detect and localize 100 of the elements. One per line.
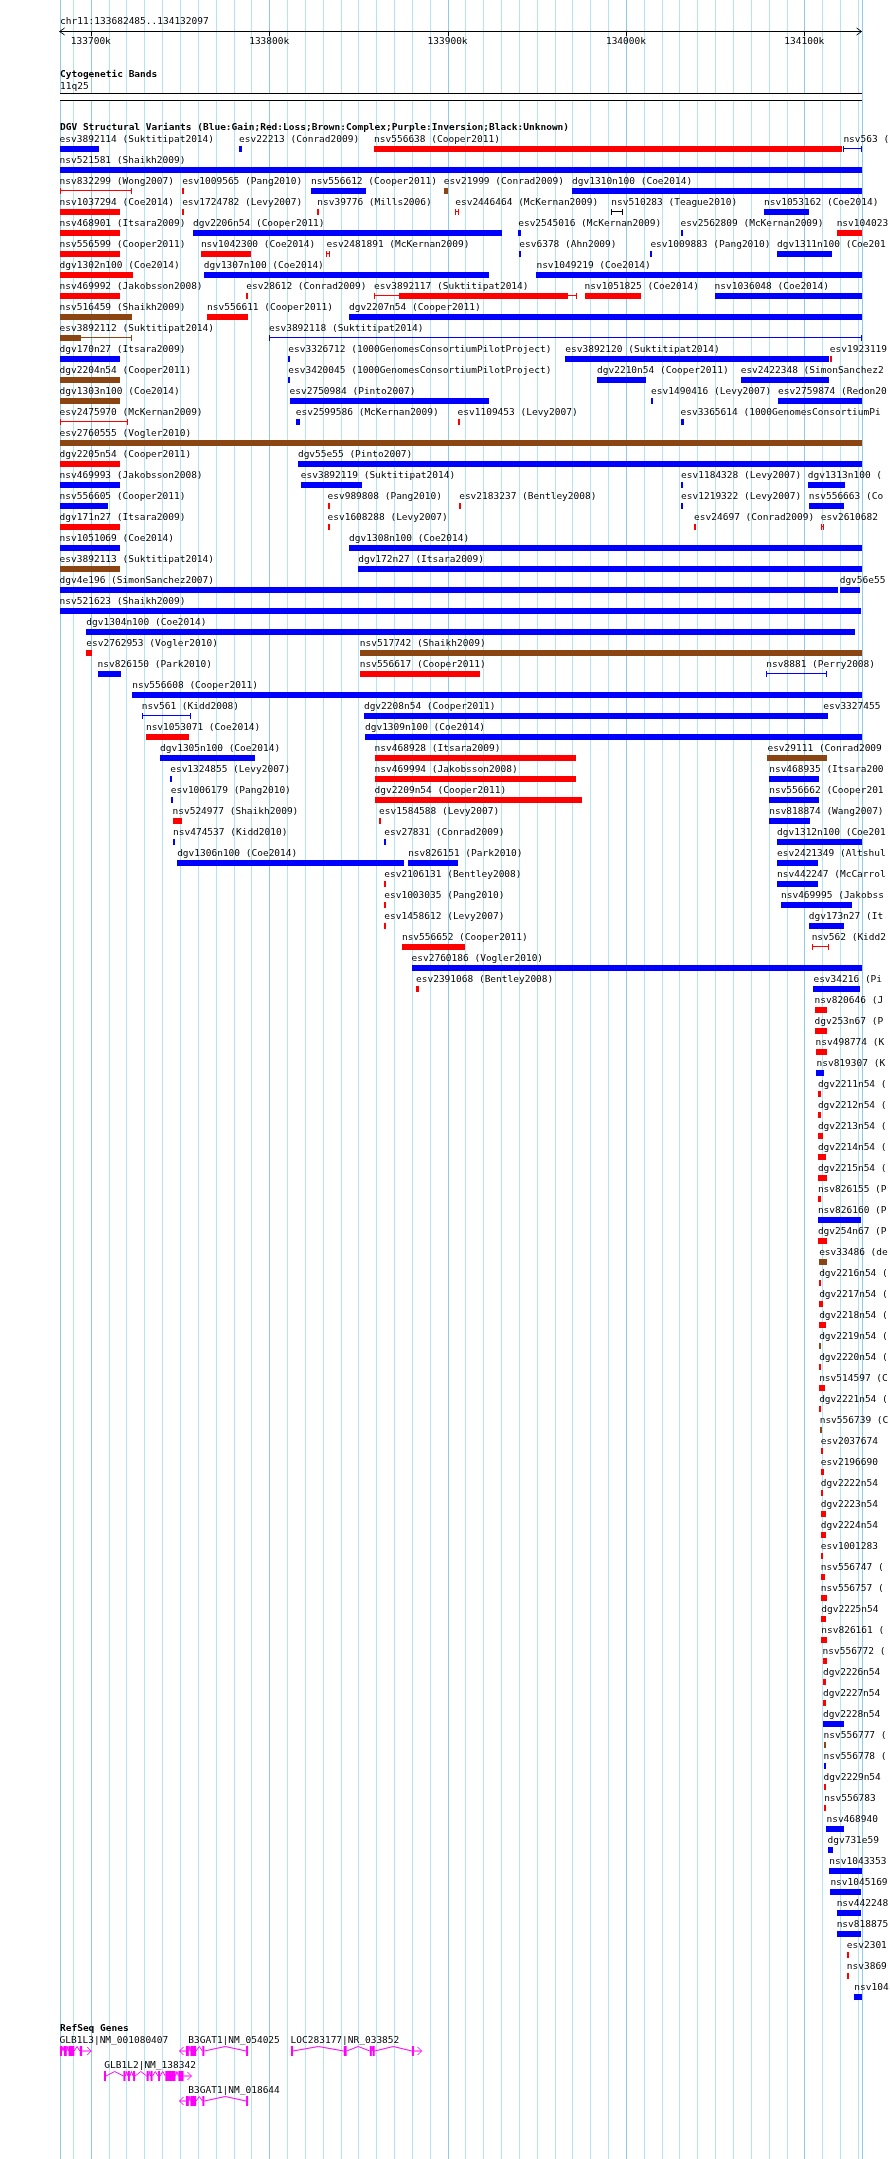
- variant-label: esv1184328 (Levy2007): [681, 469, 802, 480]
- variant-label: nsv556608 (Cooper2011): [132, 679, 259, 690]
- variant-label: dgv4e196 (SimonSanchez2007): [59, 574, 215, 585]
- variant-label: dgv2227n54: [823, 1687, 881, 1698]
- variant-label: esv3327455: [823, 700, 881, 711]
- variant-label: esv24697 (Conrad2009): [694, 511, 815, 522]
- variant-label: dgv2206n54 (Cooper2011): [193, 217, 325, 228]
- variant-label: esv3892119 (Suktitipat2014): [300, 469, 456, 480]
- variant-label: esv2391068 (Bentley2008): [416, 973, 554, 984]
- variant-label: esv28612 (Conrad2009): [246, 280, 367, 291]
- variant-label: esv1324855 (Levy2007): [170, 763, 291, 774]
- variant-label: nsv469993 (Jakobsson2008): [59, 469, 203, 480]
- variant-label: esv3326712 (1000GenomesConsortiumPilotProject): [288, 343, 552, 354]
- variant-label: dgv2217n54 (: [819, 1288, 888, 1299]
- variant-label: nsv818875: [836, 1918, 889, 1929]
- variant-label: esv1009883 (Pang2010): [650, 238, 771, 249]
- variant-label: nsv469992 (Jakobsson2008): [59, 280, 203, 291]
- variant-label: dgv731e59: [827, 1834, 879, 1845]
- variant-label: nsv826160 (P: [817, 1204, 887, 1215]
- variant-label: dgv2225n54: [821, 1603, 879, 1614]
- variant-label: esv3892117 (Suktitipat2014): [374, 280, 529, 291]
- variant-label: nsv556783: [824, 1792, 876, 1803]
- variant-label: nsv442248: [836, 1897, 889, 1908]
- variant-label: dgv2223n54: [820, 1498, 878, 1509]
- variant-label: dgv1313n100 (: [807, 469, 883, 480]
- variant-label: dgv1310n100 (Coe2014): [572, 175, 693, 186]
- variant-label: dgv2212n54 (: [817, 1099, 887, 1110]
- variant-label: nsv563 (: [843, 133, 890, 144]
- variant-label: nsv1053162 (Coe2014): [764, 196, 879, 207]
- variant-label: nsv468940: [826, 1813, 878, 1824]
- variant-label: esv6378 (Ahn2009): [519, 238, 617, 249]
- variant-label: dgv2214n54 (: [817, 1141, 887, 1152]
- variant-label: dgv2205n54 (Cooper2011): [59, 448, 192, 459]
- variant-label: nsv556757 (: [820, 1582, 884, 1593]
- region-title: chr11:133682485..134132097: [60, 15, 209, 27]
- variant-label: nsv8881 (Perry2008): [766, 658, 875, 669]
- variant-label: dgv2211n54 (: [817, 1078, 887, 1089]
- variant-label: nsv104023: [836, 217, 889, 228]
- variant-label: nsv1051069 (Coe2014): [59, 532, 174, 543]
- variant-label: nsv826151 (Park2010): [408, 847, 523, 858]
- variant-label: esv1001283: [820, 1540, 878, 1551]
- variant-label: dgv2221n54 (: [819, 1393, 888, 1404]
- variant-label: dgv2219n54 (: [819, 1330, 888, 1341]
- variant-label: dgv2207n54 (Cooper2011): [349, 301, 481, 312]
- variant-label: nsv556663 (Co: [808, 490, 884, 501]
- variant-label: esv2750984 (Pinto2007): [289, 385, 416, 396]
- track-title: RefSeq Genes: [60, 2022, 129, 2034]
- variant-label: dgv2228n54: [823, 1708, 881, 1719]
- variant-label: esv1608288 (Levy2007): [327, 511, 448, 522]
- variant-label: dgv55e55 (Pinto2007): [297, 448, 413, 459]
- variant-label: esv3892113 (Suktitipat2014): [59, 553, 215, 564]
- variant-label: nsv1049219 (Coe2014): [536, 259, 651, 270]
- variant-label: esv2301: [846, 1939, 887, 1950]
- variant-label: nsv826150 (Park2010): [97, 658, 212, 669]
- variant-label: dgv253n67 (P: [814, 1015, 884, 1026]
- variant-label: esv2421349 (Altshul: [777, 847, 886, 858]
- variant-label: nsv1043353: [829, 1855, 887, 1866]
- variant-label: esv3892114 (Suktitipat2014): [59, 133, 215, 144]
- variant-label: esv27831 (Conrad2009): [384, 826, 505, 837]
- variant-label: nsv474537 (Kidd2010): [173, 826, 288, 837]
- gene-label: LOC283177|NR_033852: [290, 2034, 400, 2045]
- variant-label: dgv172n27 (Itsara2009): [358, 553, 485, 564]
- variant-label: nsv556739 (C: [819, 1414, 889, 1425]
- variant-label: esv34216 (Pi: [813, 973, 883, 984]
- variant-label: nsv521581 (Shaikh2009): [59, 154, 186, 165]
- variant-label: esv2106131 (Bentley2008): [384, 868, 522, 879]
- variant-label: nsv556777 (: [823, 1729, 887, 1740]
- variant-label: dgv1302n100 (Coe2014): [59, 259, 180, 270]
- variant-label: nsv556747 (: [820, 1561, 884, 1572]
- variant-label: nsv498774 (K: [815, 1036, 885, 1047]
- variant-label: nsv510283 (Teague2010): [611, 196, 738, 207]
- variant-label: esv1584588 (Levy2007): [379, 805, 500, 816]
- variant-label: esv1109453 (Levy2007): [457, 406, 578, 417]
- variant-label: dgv1305n100 (Coe2014): [160, 742, 281, 753]
- variant-label: nsv516459 (Shaikh2009): [59, 301, 186, 312]
- variant-label: nsv1037294 (Coe2014): [59, 196, 174, 207]
- variant-label: nsv819307 (K: [816, 1057, 886, 1068]
- variant-label: nsv556652 (Cooper2011): [401, 931, 528, 942]
- variant-label: esv989808 (Pang2010): [327, 490, 442, 501]
- ruler-tick-label: 133700k: [70, 35, 111, 46]
- variant-label: nsv469995 (Jakobss: [780, 889, 884, 900]
- variant-label: esv2196690: [820, 1456, 878, 1467]
- variant-label: dgv2209n54 (Cooper2011): [374, 784, 507, 795]
- variant-label: dgv2220n54 (: [819, 1351, 888, 1362]
- variant-label: esv2037674: [820, 1435, 878, 1446]
- variant-label: dgv2218n54 (: [819, 1309, 888, 1320]
- variant-label: esv3892112 (Suktitipat2014): [59, 322, 215, 333]
- variant-label: esv29111 (Conrad2009: [767, 742, 882, 753]
- track-title: Cytogenetic Bands: [60, 68, 158, 80]
- variant-label: nsv517742 (Shaikh2009): [359, 637, 486, 648]
- variant-label: nsv556612 (Cooper2011): [311, 175, 437, 186]
- variant-label: esv2759874 (Redon20: [778, 385, 887, 396]
- variant-label: esv2760555 (Vogler2010): [59, 427, 192, 438]
- variant-label: esv1006179 (Pang2010): [170, 784, 291, 795]
- variant-label: dgv1307n100 (Coe2014): [203, 259, 324, 270]
- variant-label: nsv556611 (Cooper2011): [207, 301, 333, 312]
- variant-label: dgv56e55: [839, 574, 886, 585]
- variant-label: dgv2229n54: [823, 1771, 881, 1782]
- variant-label: dgv171n27 (Itsara2009): [59, 511, 186, 522]
- variant-label: esv3420045 (1000GenomesConsortiumPilotProject): [288, 364, 552, 375]
